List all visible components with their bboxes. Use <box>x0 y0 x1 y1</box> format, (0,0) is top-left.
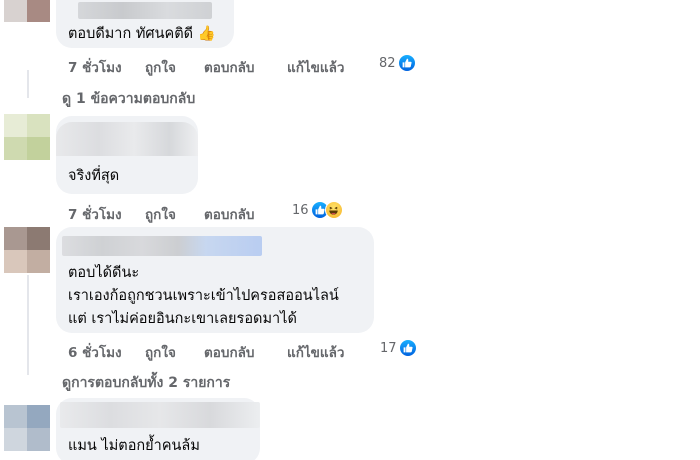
like-button[interactable]: ถูกใจ <box>145 203 176 225</box>
comment-text: แมน ไม่ตอกย้ำคนล้ม <box>68 438 200 454</box>
reply-button[interactable]: ตอบกลับ <box>204 203 254 225</box>
reaction-count: 17 <box>380 340 397 356</box>
redacted-author-name <box>56 122 198 156</box>
redacted-author-name <box>78 2 212 19</box>
like-button[interactable]: ถูกใจ <box>145 56 176 78</box>
reaction-count: 82 <box>379 55 396 71</box>
timestamp-link[interactable]: 6 ชั่วโมง <box>68 341 122 363</box>
redacted-author-name <box>60 402 260 428</box>
thread-connector <box>27 275 29 375</box>
like-reaction-icon <box>398 339 417 357</box>
view-replies-link[interactable]: ดู 1 ข้อความตอบกลับ <box>62 88 195 110</box>
timestamp-link[interactable]: 7 ชั่วโมง <box>68 56 122 78</box>
view-replies-link[interactable]: ดูการตอบกลับทั้ง 2 รายการ <box>62 372 230 394</box>
reply-button[interactable]: ตอบกลับ <box>204 56 254 78</box>
avatar[interactable] <box>4 227 50 273</box>
edited-label: แก้ไขแล้ว <box>287 60 345 76</box>
reaction-count: 16 <box>292 202 309 218</box>
reaction-summary[interactable]: 17 <box>380 339 417 357</box>
haha-reaction-icon <box>324 201 343 219</box>
reaction-summary[interactable]: 82 <box>379 54 416 72</box>
avatar[interactable] <box>4 0 50 22</box>
comment-text: ตอบได้ดีนะ เราเองก้อถูกชวนเพราะเข้าไปครอ… <box>68 265 339 327</box>
comment-actions: 7 ชั่วโมง ถูกใจ ตอบกลับ แก้ไขแล้ว <box>68 56 368 76</box>
like-button[interactable]: ถูกใจ <box>145 341 176 363</box>
thread-connector <box>27 70 29 98</box>
timestamp-link[interactable]: 7 ชั่วโมง <box>68 203 122 225</box>
comment-text: ตอบดีมาก ทัศนคติดี 👍 <box>68 26 216 42</box>
like-reaction-icon <box>397 54 416 72</box>
reaction-summary[interactable]: 16 <box>292 201 343 219</box>
avatar[interactable] <box>4 114 50 160</box>
avatar[interactable] <box>4 405 50 451</box>
comment-text: จริงที่สุด <box>68 168 120 184</box>
reply-button[interactable]: ตอบกลับ <box>204 341 254 363</box>
comment-actions: 6 ชั่วโมง ถูกใจ ตอบกลับ แก้ไขแล้ว <box>68 341 368 361</box>
edited-label: แก้ไขแล้ว <box>287 345 345 361</box>
redacted-author-name <box>62 236 262 256</box>
thumbs-up-emoji: 👍 <box>197 26 216 42</box>
comment-actions: 7 ชั่วโมง ถูกใจ ตอบกลับ <box>68 203 308 223</box>
